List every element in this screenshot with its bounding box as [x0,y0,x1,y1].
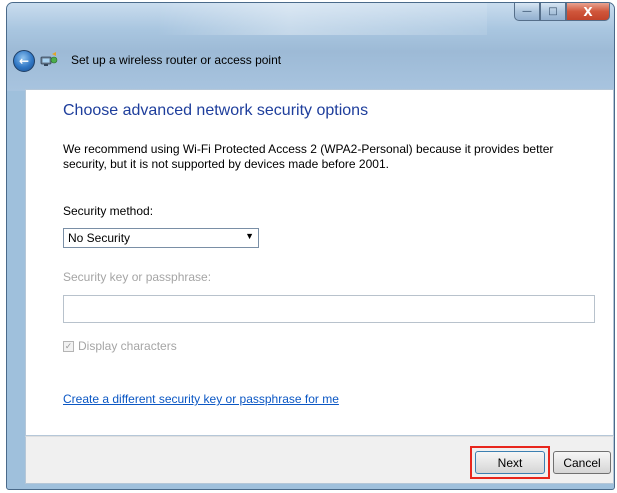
chevron-down-icon: ▼ [245,231,254,241]
security-method-label: Security method: [63,204,154,218]
window-title: Set up a wireless router or access point [71,53,282,67]
button-bar: Next Cancel [25,436,614,484]
next-button[interactable]: Next [475,451,545,474]
title-bar-glass-reflection [157,3,487,35]
content-panel: Choose advanced network security options… [25,89,614,436]
back-arrow-icon[interactable]: ← [13,50,35,72]
display-characters-row: ✓ Display characters [63,339,177,353]
cancel-button[interactable]: Cancel [553,451,611,474]
display-characters-label: Display characters [78,339,177,353]
close-button[interactable]: X [566,3,610,21]
display-characters-checkbox[interactable]: ✓ [63,340,74,352]
security-method-dropdown[interactable]: No Security ▼ [63,228,259,248]
security-method-value: No Security [68,231,131,245]
wizard-window: — □ X ← Set up a wireless router or acce… [6,2,615,490]
description-text: We recommend using Wi-Fi Protected Acces… [63,142,554,171]
create-key-link[interactable]: Create a different security key or passp… [63,392,339,406]
security-key-input[interactable] [63,295,595,323]
maximize-button[interactable]: □ [540,3,566,21]
security-key-label: Security key or passphrase: [63,270,212,284]
caption-buttons: — □ X [514,3,610,23]
title-bar: — □ X ← Set up a wireless router or acce… [7,3,614,91]
network-wizard-icon [40,51,58,68]
page-heading: Choose advanced network security options [63,102,369,119]
minimize-button[interactable]: — [514,3,540,21]
